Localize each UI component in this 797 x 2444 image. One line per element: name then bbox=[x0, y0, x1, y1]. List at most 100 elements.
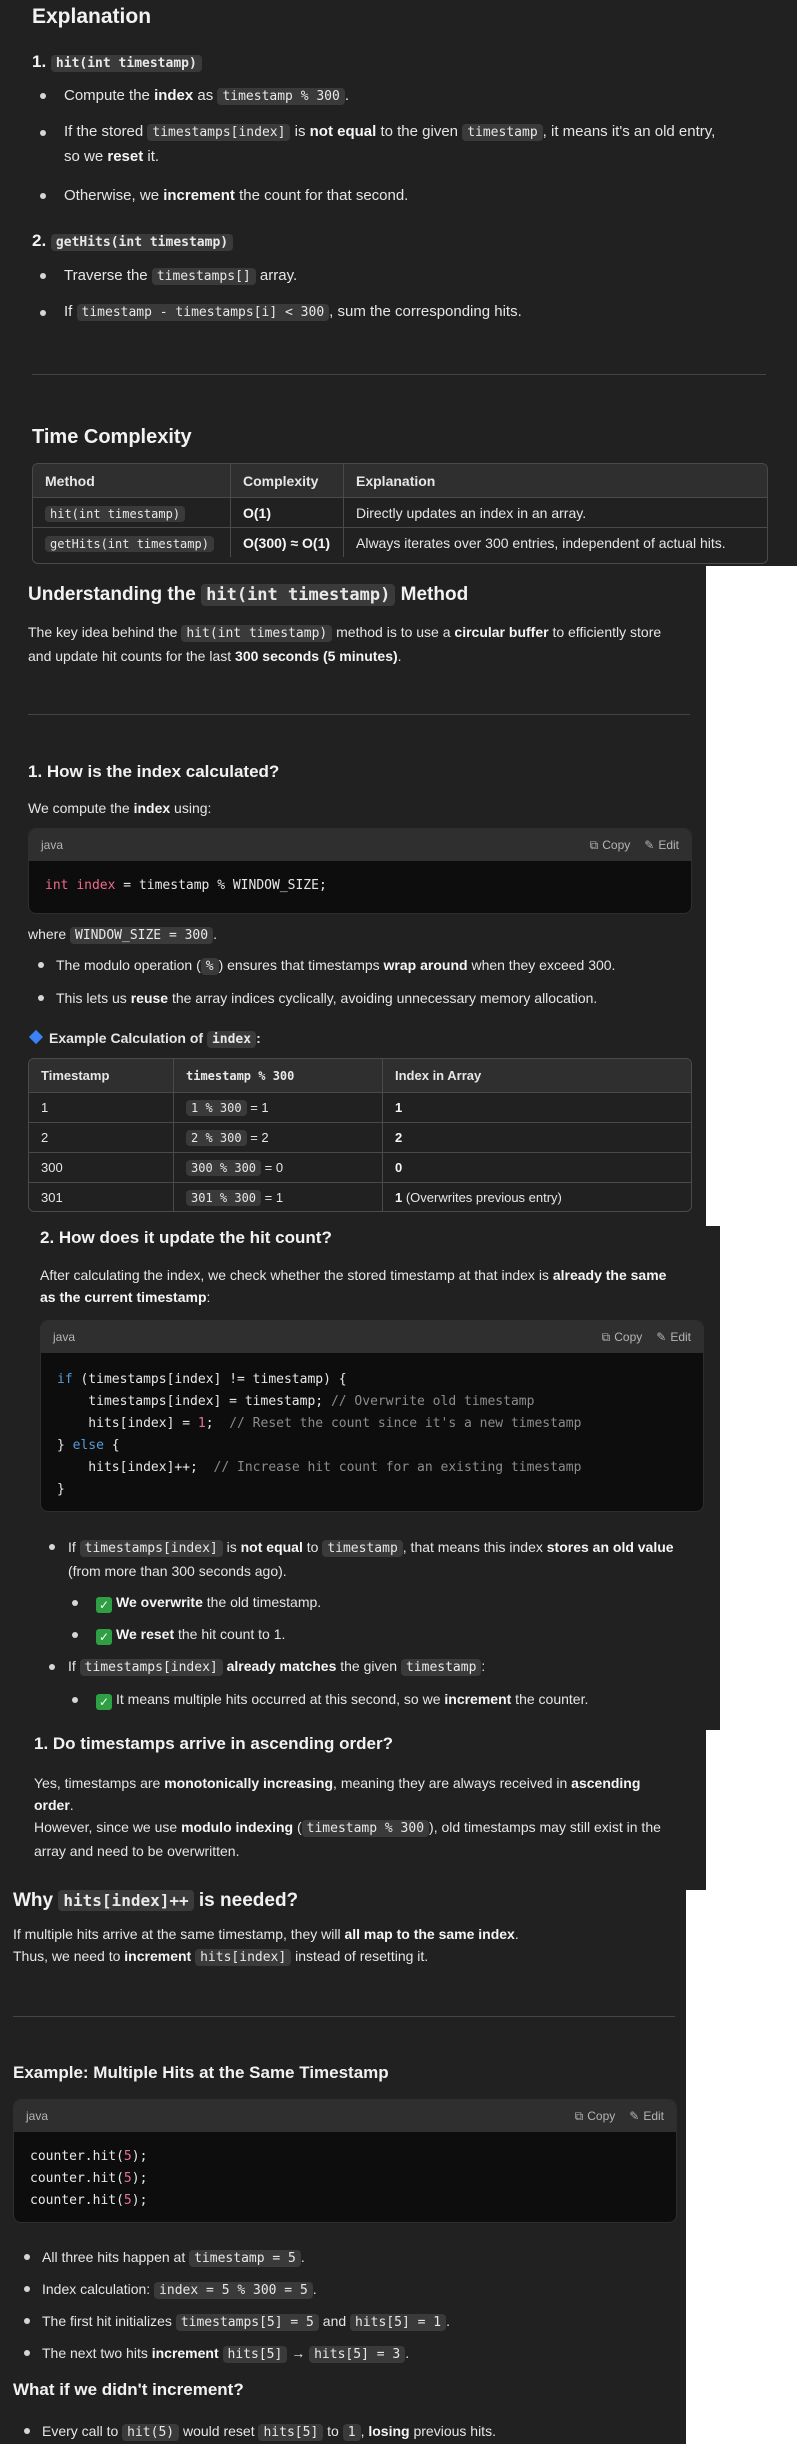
section-title: Explanation bbox=[32, 5, 152, 28]
table-row: 300 300 % 300 = 0 0 bbox=[29, 1152, 691, 1183]
bullet bbox=[24, 2318, 30, 2324]
divider bbox=[13, 2016, 675, 2017]
edit-icon: ✎ bbox=[644, 838, 655, 852]
list-item: If timestamp - timestamps[i] < 300, sum … bbox=[64, 303, 522, 321]
list-item: This lets us reuse the array indices cyc… bbox=[56, 990, 598, 1006]
example-heading: Example Calculation of index: bbox=[28, 1027, 261, 1051]
check-icon: ✓ bbox=[96, 1597, 112, 1613]
divider bbox=[32, 374, 766, 375]
list-item: The next two hits increment hits[5] → hi… bbox=[42, 2345, 410, 2363]
code-block: java ⧉ Copy ✎ Edit int index = timestamp %… bbox=[28, 828, 692, 914]
bullet bbox=[40, 93, 46, 99]
bullet bbox=[72, 1632, 78, 1638]
edit-button[interactable]: ✎ Edit bbox=[644, 838, 679, 853]
bullet bbox=[24, 2286, 30, 2292]
inline-code: getHits(int timestamp) bbox=[50, 234, 234, 251]
list-item: Traverse the timestamps[] array. bbox=[64, 267, 298, 285]
panel-ascending-order: 1. Do timestamps arrive in ascending ord… bbox=[0, 1730, 706, 1890]
copy-icon: ⧉ bbox=[589, 837, 599, 852]
code-block-header: java ⧉ Copy ✎ Edit bbox=[29, 829, 691, 861]
check-icon: ✓ bbox=[96, 1629, 112, 1645]
list-item: Compute the index as timestamp % 300. bbox=[64, 87, 350, 105]
table-header-row: Method Complexity Explanation bbox=[33, 464, 767, 498]
panel-update-hit-count: 2. How does it update the hit count? Aft… bbox=[0, 1226, 720, 1730]
bullet bbox=[49, 1664, 55, 1670]
bullet bbox=[40, 273, 46, 279]
inline-code: hit(int timestamp) bbox=[50, 55, 202, 72]
step-2-heading: 2. getHits(int timestamp) bbox=[32, 231, 234, 251]
edit-icon: ✎ bbox=[629, 2109, 640, 2123]
bullet bbox=[24, 2350, 30, 2356]
paragraph: Yes, timestamps are monotonically increa… bbox=[34, 1775, 661, 1859]
bullet bbox=[38, 995, 44, 1001]
code-block: java ⧉ Copy ✎ Edit if (timestamps[index] !… bbox=[40, 1320, 704, 1512]
code-block: java ⧉ Copy ✎ Edit counter.hit(5); counter… bbox=[13, 2099, 677, 2223]
list-item: Index calculation: index = 5 % 300 = 5. bbox=[42, 2281, 317, 2299]
paragraph: where WINDOW_SIZE = 300. bbox=[28, 926, 217, 944]
check-icon: ✓ bbox=[96, 1694, 112, 1710]
list-item: ✓ It means multiple hits occurred at this… bbox=[96, 1688, 588, 1710]
bullet bbox=[24, 2428, 30, 2434]
bullet bbox=[40, 130, 46, 136]
code-block-header: java ⧉ Copy ✎ Edit bbox=[41, 1321, 703, 1353]
list-item: If timestamps[index] already matches the… bbox=[68, 1658, 486, 1676]
code-content: int index = timestamp % WINDOW_SIZE; bbox=[45, 878, 327, 893]
question-heading: 1. Do timestamps arrive in ascending ord… bbox=[34, 1734, 394, 1753]
example-table: Timestamp timestamp % 300 Index in Array… bbox=[28, 1058, 692, 1212]
question-heading: 2. How does it update the hit count? bbox=[40, 1228, 332, 1247]
bullet bbox=[72, 1697, 78, 1703]
example-heading: Example: Multiple Hits at the Same Times… bbox=[13, 2063, 389, 2082]
bullet bbox=[72, 1600, 78, 1606]
code-content: if (timestamps[index] != timestamp) { ti… bbox=[57, 1372, 582, 1497]
bullet bbox=[24, 2254, 30, 2260]
copy-icon: ⧉ bbox=[601, 1329, 611, 1344]
section-title: Why hits[index]++ is needed? bbox=[13, 1890, 299, 1911]
question-heading: What if we didn't increment? bbox=[13, 2380, 244, 2399]
list-item: Every call to hit(5) would reset hits[5]… bbox=[42, 2423, 496, 2441]
table-row: 1 1 % 300 = 1 1 bbox=[29, 1092, 691, 1123]
copy-button[interactable]: ⧉ Copy bbox=[575, 2109, 616, 2124]
code-content: counter.hit(5); counter.hit(5); counter.… bbox=[30, 2149, 148, 2208]
list-item: If the stored timestamps[index] is not e… bbox=[64, 123, 716, 165]
time-complexity-title: Time Complexity bbox=[32, 426, 192, 448]
table-row: hit(int timestamp) O(1) Directly updates… bbox=[33, 497, 767, 528]
panel-explanation: Explanation 1. hit(int timestamp) Comput… bbox=[0, 0, 797, 566]
panel-understanding-hit: Understanding the hit(int timestamp) Met… bbox=[0, 566, 706, 1226]
list-item: ✓ We reset the hit count to 1. bbox=[96, 1623, 285, 1645]
question-heading: 1. How is the index calculated? bbox=[28, 762, 280, 781]
table-row: getHits(int timestamp) O(300) ≈ O(1) Alw… bbox=[33, 527, 767, 557]
paragraph: If multiple hits arrive at the same time… bbox=[13, 1926, 519, 1966]
bullet bbox=[49, 1544, 55, 1550]
step-1-heading: 1. hit(int timestamp) bbox=[32, 52, 202, 72]
copy-button[interactable]: ⧉ Copy bbox=[602, 1330, 643, 1345]
bullet bbox=[40, 193, 46, 199]
paragraph: After calculating the index, we check wh… bbox=[40, 1267, 667, 1305]
paragraph: We compute the index using: bbox=[28, 800, 212, 816]
list-item: The first hit initializes timestamps[5] … bbox=[42, 2313, 451, 2331]
divider bbox=[28, 714, 690, 715]
copy-button[interactable]: ⧉ Copy bbox=[590, 838, 631, 853]
list-item: All three hits happen at timestamp = 5. bbox=[42, 2249, 305, 2267]
list-item: Otherwise, we increment the count for th… bbox=[64, 187, 409, 204]
list-item: If timestamps[index] is not equal to tim… bbox=[68, 1539, 674, 1579]
bullet bbox=[38, 962, 44, 968]
code-language: java bbox=[41, 838, 64, 852]
intro-paragraph: The key idea behind the hit(int timestam… bbox=[28, 624, 662, 664]
complexity-table: Method Complexity Explanation hit(int ti… bbox=[32, 463, 768, 564]
table-header-row: Timestamp timestamp % 300 Index in Array bbox=[29, 1059, 691, 1093]
edit-icon: ✎ bbox=[656, 1330, 667, 1344]
table-row: 301 301 % 300 = 1 1 (Overwrites previous… bbox=[29, 1182, 691, 1211]
code-language: java bbox=[53, 1330, 76, 1344]
panel-why-increment: Why hits[index]++ is needed? If multiple… bbox=[0, 1890, 686, 2444]
list-item: ✓ We overwrite the old timestamp. bbox=[96, 1591, 321, 1613]
section-title: Understanding the hit(int timestamp) Met… bbox=[28, 584, 469, 606]
bullet bbox=[40, 310, 46, 316]
copy-icon: ⧉ bbox=[574, 2108, 584, 2123]
code-language: java bbox=[26, 2109, 49, 2123]
code-block-header: java ⧉ Copy ✎ Edit bbox=[14, 2100, 676, 2132]
edit-button[interactable]: ✎ Edit bbox=[656, 1330, 691, 1345]
table-row: 2 2 % 300 = 2 2 bbox=[29, 1122, 691, 1153]
diamond-icon bbox=[28, 1029, 44, 1045]
list-item: The modulo operation (%) ensures that ti… bbox=[56, 957, 616, 975]
edit-button[interactable]: ✎ Edit bbox=[629, 2109, 664, 2124]
